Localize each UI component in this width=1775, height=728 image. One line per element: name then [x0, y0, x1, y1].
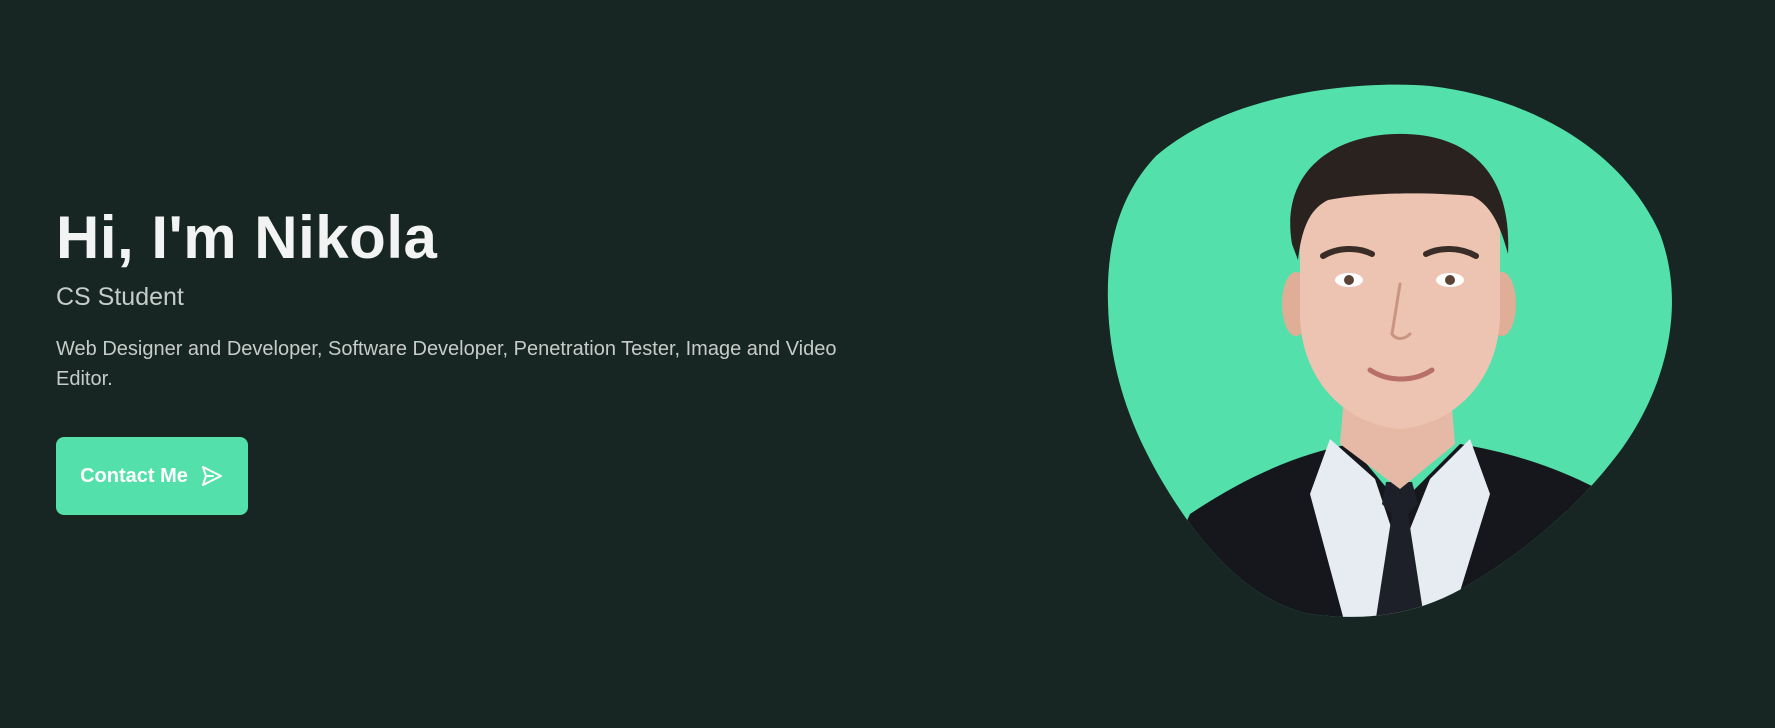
- send-icon: [200, 464, 224, 488]
- contact-me-label: Contact Me: [80, 464, 188, 487]
- hero-subtitle: CS Student: [56, 283, 184, 311]
- hero-section: Hi, I'm Nikola CS Student Web Designer a…: [0, 0, 1775, 728]
- profile-photo: [1100, 84, 1680, 624]
- hero-description: Web Designer and Developer, Software Dev…: [56, 338, 837, 390]
- hero-title: Hi, I'm Nikola: [56, 204, 438, 271]
- contact-me-button[interactable]: Contact Me: [56, 437, 248, 515]
- hero-text: Hi, I'm Nikola CS Student Web Designer a…: [56, 200, 896, 394]
